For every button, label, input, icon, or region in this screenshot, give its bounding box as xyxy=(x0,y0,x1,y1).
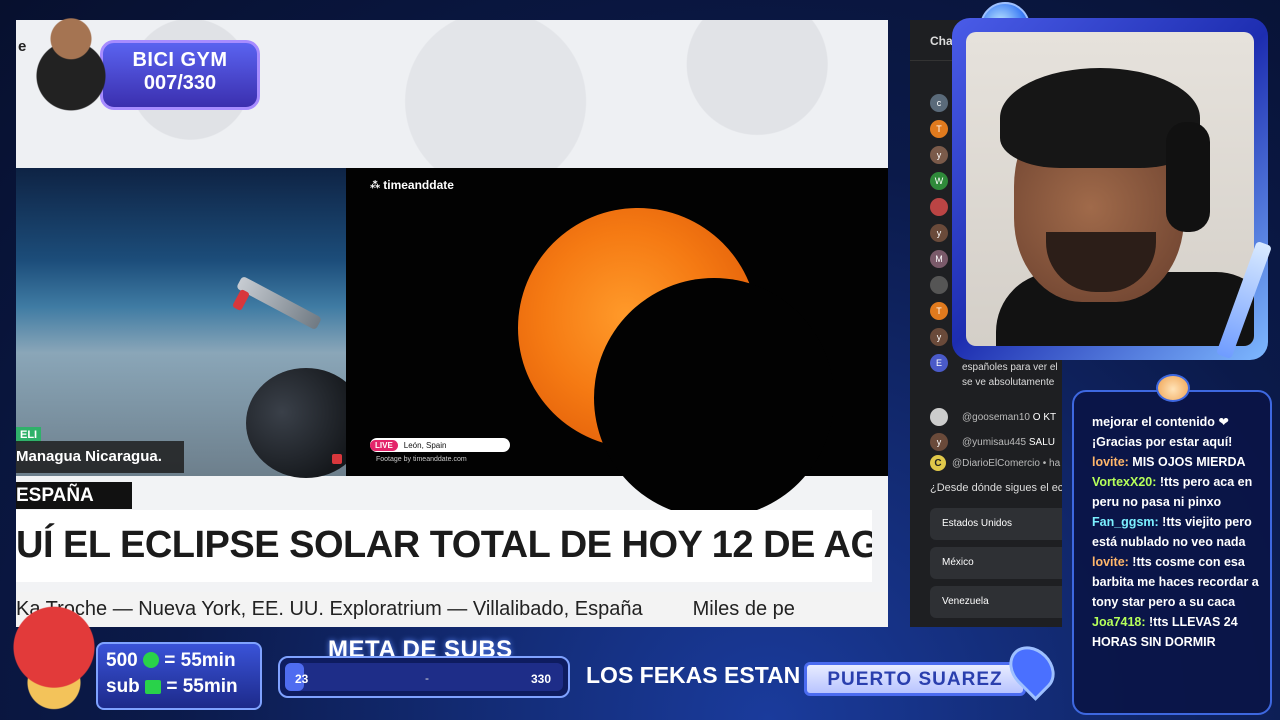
poll-source: C @DiarioElComercio • ha xyxy=(930,455,1060,471)
overlay-chat-user: Joa7418: xyxy=(1092,615,1146,629)
gift-icon xyxy=(145,680,162,694)
timeanddate-dots-icon: ⁂ xyxy=(370,179,380,191)
subs-value: = 55min xyxy=(164,650,236,671)
overlay-chat-message: VortexX20: !tts pero aca en peru no pasa… xyxy=(1092,472,1267,512)
sub-label: sub xyxy=(106,676,140,697)
ticker-item: Miles de pe xyxy=(692,598,795,620)
chat-avatar[interactable]: y xyxy=(930,328,948,346)
chat-title: Cha xyxy=(930,34,953,48)
chat-avatar-column: cTyWyMTyE xyxy=(930,94,948,380)
avatar: y xyxy=(930,433,948,451)
chat-avatar[interactable]: T xyxy=(930,120,948,138)
overlay-chat-user: Fan_ggsm: xyxy=(1092,515,1159,529)
bici-gym-counter: BICI GYM 007/330 xyxy=(100,40,260,110)
chat-avatar[interactable]: c xyxy=(930,94,948,112)
airplane-wing xyxy=(235,275,323,331)
ramen-mascot-icon xyxy=(4,600,104,718)
cyclist-mascot-icon xyxy=(26,4,116,120)
poll-option-venezuela[interactable]: Venezuela xyxy=(930,586,1062,618)
sub-value: = 55min xyxy=(166,676,238,697)
bici-gym-count: 007/330 xyxy=(143,72,217,94)
sub-goal-target: 330 xyxy=(530,672,551,686)
bici-gym-title: BICI GYM xyxy=(132,49,228,71)
chat-message-line: españoles para ver el xyxy=(962,362,1058,373)
subs-rate-line-1: 500 = 55min xyxy=(106,648,260,674)
sub-goal-progress-bar: 23 - 330 xyxy=(278,656,570,698)
live-location: León, Spain xyxy=(403,440,447,450)
overlay-chat-text: mejorar el contenido ❤ xyxy=(1092,415,1229,429)
ticker-item: Ka Troche — Nueva York, EE. UU. Explorat… xyxy=(16,598,643,620)
chat-avatar[interactable] xyxy=(930,198,948,216)
chat-row: @gooseman10 O KT xyxy=(930,408,1056,426)
overlay-chat-message: lovite: MIS OJOS MIERDA xyxy=(1092,452,1267,472)
poll-question: ¿Desde dónde sigues el ec xyxy=(930,482,1062,494)
chat-text: O KT xyxy=(1032,411,1057,423)
subs-rate-line-2: sub = 55min xyxy=(106,674,260,700)
subs-amount: 500 xyxy=(106,650,138,671)
kick-coin-icon xyxy=(142,652,159,668)
poll-source-name[interactable]: @DiarioElComercio • ha xyxy=(952,458,1060,469)
footage-credit: Footage by timeanddate.com xyxy=(376,456,467,463)
webcam-feed xyxy=(966,32,1254,346)
overlay-chat-box: mejorar el contenido ❤ ¡Gracias por estar… xyxy=(1072,390,1272,715)
chat-row: y @yumisau445 SALU xyxy=(930,433,1055,451)
sub-goal-track: 23 - 330 xyxy=(285,663,563,691)
timeanddate-brand: timeanddate xyxy=(383,178,454,192)
sub-goal-separator: - xyxy=(425,671,429,685)
chat-message: españoles para ver el se ve absolutament… xyxy=(962,360,1058,390)
overlay-chat-message: ¡Gracias por estar aquí! xyxy=(1092,432,1267,452)
overlay-chat-lines: mejorar el contenido ❤ ¡Gracias por estar… xyxy=(1092,412,1267,652)
chat-user[interactable]: @gooseman10 xyxy=(962,412,1030,423)
chat-message-line: se ve absolutamente xyxy=(962,377,1055,388)
chat-avatar[interactable]: T xyxy=(930,302,948,320)
eclipse-feed: ⁂ timeanddate LIVE León, Spain Footage b… xyxy=(346,168,888,518)
webcam-frame xyxy=(952,18,1268,360)
avatar xyxy=(930,408,948,426)
moon-shadow xyxy=(594,278,834,518)
sub-goal-current: 23 xyxy=(295,672,309,686)
overlay-chat-text: MIS OJOS MIERDA xyxy=(1128,455,1246,469)
poll-option-estados-unidos[interactable]: Estados Unidos xyxy=(930,508,1062,540)
chat-user[interactable]: @yumisau445 xyxy=(962,437,1026,448)
location-value: PUERTO SUAREZ xyxy=(804,662,1026,696)
chat-avatar[interactable]: E xyxy=(930,354,948,372)
headphones-icon xyxy=(1166,122,1210,232)
overlay-chat-message: lovite: !tts cosme con esa barbita me ha… xyxy=(1092,552,1267,612)
news-ticker: Ka Troche — Nueva York, EE. UU. Explorat… xyxy=(16,592,888,627)
left-location-label: Managua Nicaragua. xyxy=(16,441,184,473)
timeanddate-logo: ⁂ timeanddate xyxy=(370,178,454,192)
airplane-window-feed xyxy=(16,168,366,478)
subs-rates-box: 500 = 55min sub = 55min xyxy=(96,642,262,710)
chat-avatar[interactable]: W xyxy=(930,172,948,190)
diario-logo-icon: C xyxy=(930,455,946,471)
hamster-icon xyxy=(1156,374,1190,402)
news-headline: UÍ EL ECLIPSE SOLAR TOTAL DE HOY 12 DE A… xyxy=(16,510,872,582)
wing-tip xyxy=(231,288,251,312)
chat-avatar[interactable] xyxy=(930,276,948,294)
live-location-pill: LIVE León, Spain xyxy=(370,438,510,452)
overlay-chat-user: VortexX20: xyxy=(1092,475,1157,489)
poll-option-mexico[interactable]: México xyxy=(930,547,1062,579)
chat-avatar[interactable]: y xyxy=(930,146,948,164)
broadcast-video: e ELI Managua Nicaragua. ⁂ timeanddate L… xyxy=(16,20,888,627)
overlay-chat-message: Joa7418: !tts LLEVAS 24 HORAS SIN DORMIR xyxy=(1092,612,1267,652)
overlay-chat-message: mejorar el contenido ❤ xyxy=(1092,412,1267,432)
chat-text: SALU xyxy=(1028,436,1055,448)
chat-avatar[interactable]: M xyxy=(930,250,948,268)
overlay-chat-message: Fan_ggsm: !tts viejito pero está nublado… xyxy=(1092,512,1267,552)
overlay-chat-user: lovite: xyxy=(1092,455,1129,469)
country-label: ESPAÑA xyxy=(16,482,132,509)
overlay-chat-user: lovite: xyxy=(1092,555,1129,569)
record-icon xyxy=(332,454,342,464)
live-badge: LIVE xyxy=(370,439,398,451)
chat-avatar[interactable]: y xyxy=(930,224,948,242)
overlay-chat-text: ¡Gracias por estar aquí! xyxy=(1092,435,1233,449)
